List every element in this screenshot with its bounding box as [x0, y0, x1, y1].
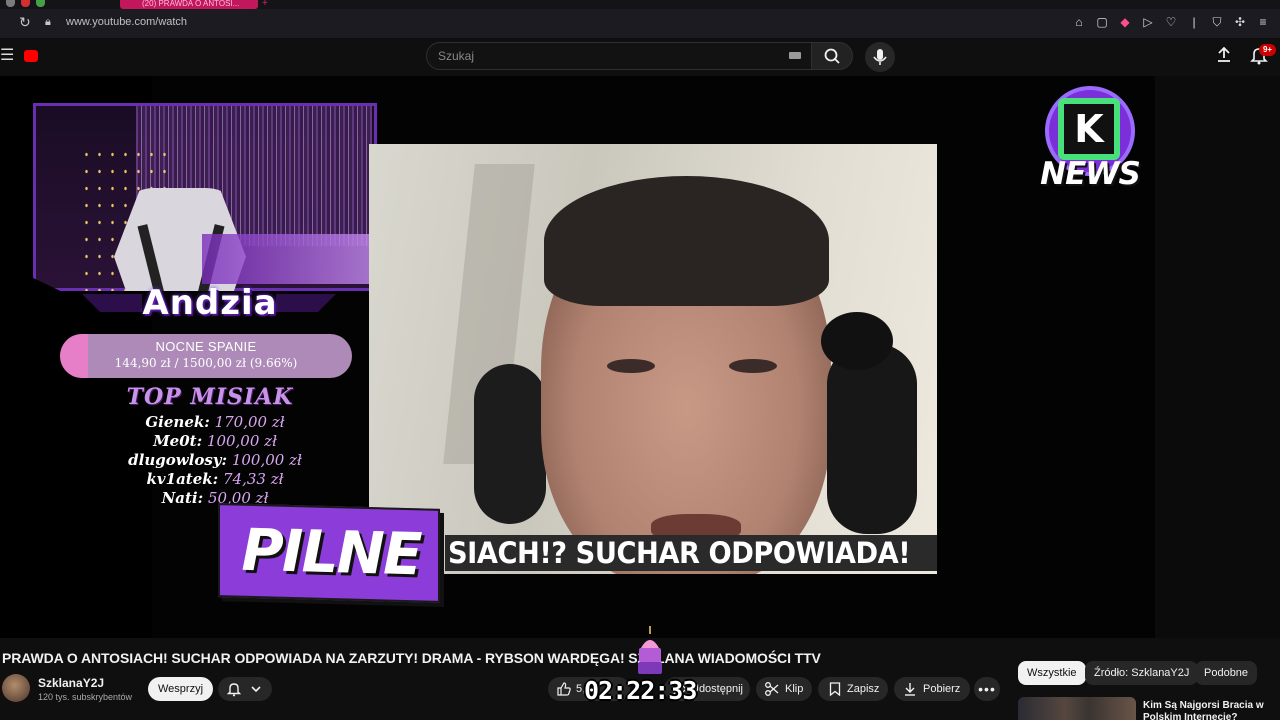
hamburger-menu-icon[interactable]: ☰ [0, 47, 14, 65]
headphone-left [474, 364, 546, 524]
url-bar[interactable]: www.youtube.com/watch [66, 16, 187, 28]
headphone-right [827, 344, 917, 534]
upload-icon[interactable] [1214, 45, 1234, 65]
reader-icon[interactable]: ▢ [1095, 13, 1109, 31]
news-logo: K NEWS [1040, 84, 1141, 194]
clip-button[interactable]: Klip [756, 677, 812, 701]
menu-dots-icon[interactable]: ≡ [1256, 13, 1270, 31]
new-tab-icon[interactable]: + [262, 0, 268, 9]
search-button[interactable] [811, 42, 853, 70]
donation-goal-bar: NOCNE SPANIE 144,90 zł / 1500,00 zł (9.6… [60, 334, 352, 378]
news-logo-text: NEWS [1040, 156, 1141, 192]
heart-icon[interactable]: ♡ [1164, 13, 1178, 31]
scissors-icon [765, 682, 779, 696]
donor-amount: 74,33 zł [222, 470, 284, 488]
download-icon [905, 683, 915, 696]
donor-name: dlugowlosy: [128, 451, 228, 469]
extensions-icon[interactable]: ✣ [1233, 13, 1247, 31]
bookmark-icon [829, 682, 841, 697]
video-title: PRAWDA O ANTOSIACH! SUCHAR ODPOWIADA NA … [2, 650, 821, 666]
donor-amount: 170,00 zł [214, 413, 285, 431]
tab-strip: (20) PRAWDA O ANTOSI... + [0, 0, 1280, 9]
search-icon [824, 48, 840, 64]
breaking-news-text: PILNE [241, 515, 421, 589]
guest-webcam-feed [369, 144, 937, 574]
thumbs-up-icon [557, 682, 571, 696]
url-row: ↻ 🔒︎ www.youtube.com/watch ⌂ ▢ ◆ ▷ ♡ | ⛉… [0, 10, 1280, 36]
related-video-thumbnail[interactable] [1018, 697, 1136, 720]
top-donors-title: TOP MISIAK [126, 384, 294, 410]
download-label: Pobierz [923, 683, 961, 695]
window-controls [6, 0, 45, 7]
donor-name: Me0t: [153, 432, 203, 450]
video-player[interactable]: Andzia NOCNE SPANIE 144,90 zł / 1500,00 … [0, 76, 1280, 638]
donor-name: Gienek: [145, 413, 210, 431]
eye-left [607, 359, 655, 373]
share-label: Udostępnij [691, 683, 743, 695]
reload-icon[interactable]: ↻ [19, 14, 35, 30]
save-button[interactable]: Zapisz [818, 677, 888, 701]
streamer-name: Andzia [142, 283, 278, 323]
bell-icon [226, 683, 242, 697]
donor-amount: 100,00 zł [206, 432, 277, 450]
window-close-dot[interactable] [6, 0, 15, 7]
chip-source[interactable]: Źródło: SzklanaY2J [1085, 661, 1199, 685]
divider-icon: | [1192, 15, 1196, 29]
donor-row: dlugowlosy: 100,00 zł [100, 451, 330, 470]
donor-name: kv1atek: [146, 470, 219, 488]
donation-goal-title: NOCNE SPANIE [155, 339, 257, 354]
stream-timer: 02:22:33 [584, 676, 697, 705]
browser-toolbar: (20) PRAWDA O ANTOSI... + ↻ 🔒︎ www.youtu… [0, 0, 1280, 38]
search-input[interactable]: Szukaj [426, 42, 812, 70]
play-icon[interactable]: ▷ [1141, 13, 1155, 31]
donor-amount: 100,00 zł [231, 451, 302, 469]
download-button[interactable]: Pobierz [894, 677, 970, 701]
window-minimize-dot[interactable] [21, 0, 30, 7]
more-actions-button[interactable]: ••• [974, 677, 1000, 701]
chevron-down-icon [251, 686, 261, 693]
eye-right [729, 359, 777, 373]
channel-avatar[interactable] [2, 674, 30, 702]
related-video-title[interactable]: Kim Są Najgorsi Bracia w Polskim Interne… [1143, 700, 1273, 720]
window-maximize-dot[interactable] [36, 0, 45, 7]
top-donors-list: Gienek: 170,00 zł Me0t: 100,00 zł dlugow… [100, 413, 330, 508]
donor-row: Gienek: 170,00 zł [100, 413, 330, 432]
pocket-icon[interactable]: ◆ [1118, 13, 1132, 31]
save-label: Zapisz [847, 683, 880, 695]
donor-name: Nati: [161, 489, 204, 507]
donor-row: kv1atek: 74,33 zł [100, 470, 330, 489]
chip-similar[interactable]: Podobne [1195, 661, 1258, 685]
news-logo-k-icon: K [1058, 98, 1120, 160]
extension-icons: ⌂ ▢ ◆ ▷ ♡ | ⛉ ✣ ≡ [1072, 13, 1270, 31]
birthday-cake-icon [638, 626, 662, 674]
keyboard-icon[interactable] [789, 52, 801, 59]
streamer-cam-frame [33, 103, 377, 291]
news-ticker-text: SIACH!? SUCHAR ODPOWIADA! [448, 536, 911, 570]
subscriber-count: 120 tys. subskrybentów [38, 692, 133, 702]
subscription-bell-button[interactable] [218, 677, 272, 701]
news-ticker: SIACH!? SUCHAR ODPOWIADA! [445, 535, 937, 571]
youtube-header: ☰ Szukaj [0, 38, 1280, 76]
donor-row: Me0t: 100,00 zł [100, 432, 330, 451]
headset-microphone [821, 312, 893, 370]
lock-icon[interactable]: 🔒︎ [45, 14, 57, 30]
support-button[interactable]: Wesprzyj [148, 677, 213, 701]
voice-search-button[interactable] [865, 42, 895, 72]
puzzle-icon[interactable]: ⌂ [1072, 13, 1086, 31]
breaking-news-badge: PILNE [218, 503, 440, 603]
player-background-right [1155, 76, 1280, 638]
notification-badge: 9+ [1259, 44, 1276, 56]
mic-icon [873, 49, 887, 65]
channel-name[interactable]: SzklanaY2J [38, 676, 104, 690]
clip-label: Klip [785, 683, 804, 695]
shield-icon[interactable]: ⛉ [1210, 13, 1224, 31]
chip-all[interactable]: Wszystkie [1018, 661, 1086, 685]
active-tab[interactable]: (20) PRAWDA O ANTOSI... [120, 0, 258, 9]
donation-goal-progress: 144,90 zł / 1500,00 zł (9.66%) [114, 356, 298, 370]
guest-hair [544, 176, 829, 306]
youtube-logo-icon[interactable] [24, 50, 38, 62]
